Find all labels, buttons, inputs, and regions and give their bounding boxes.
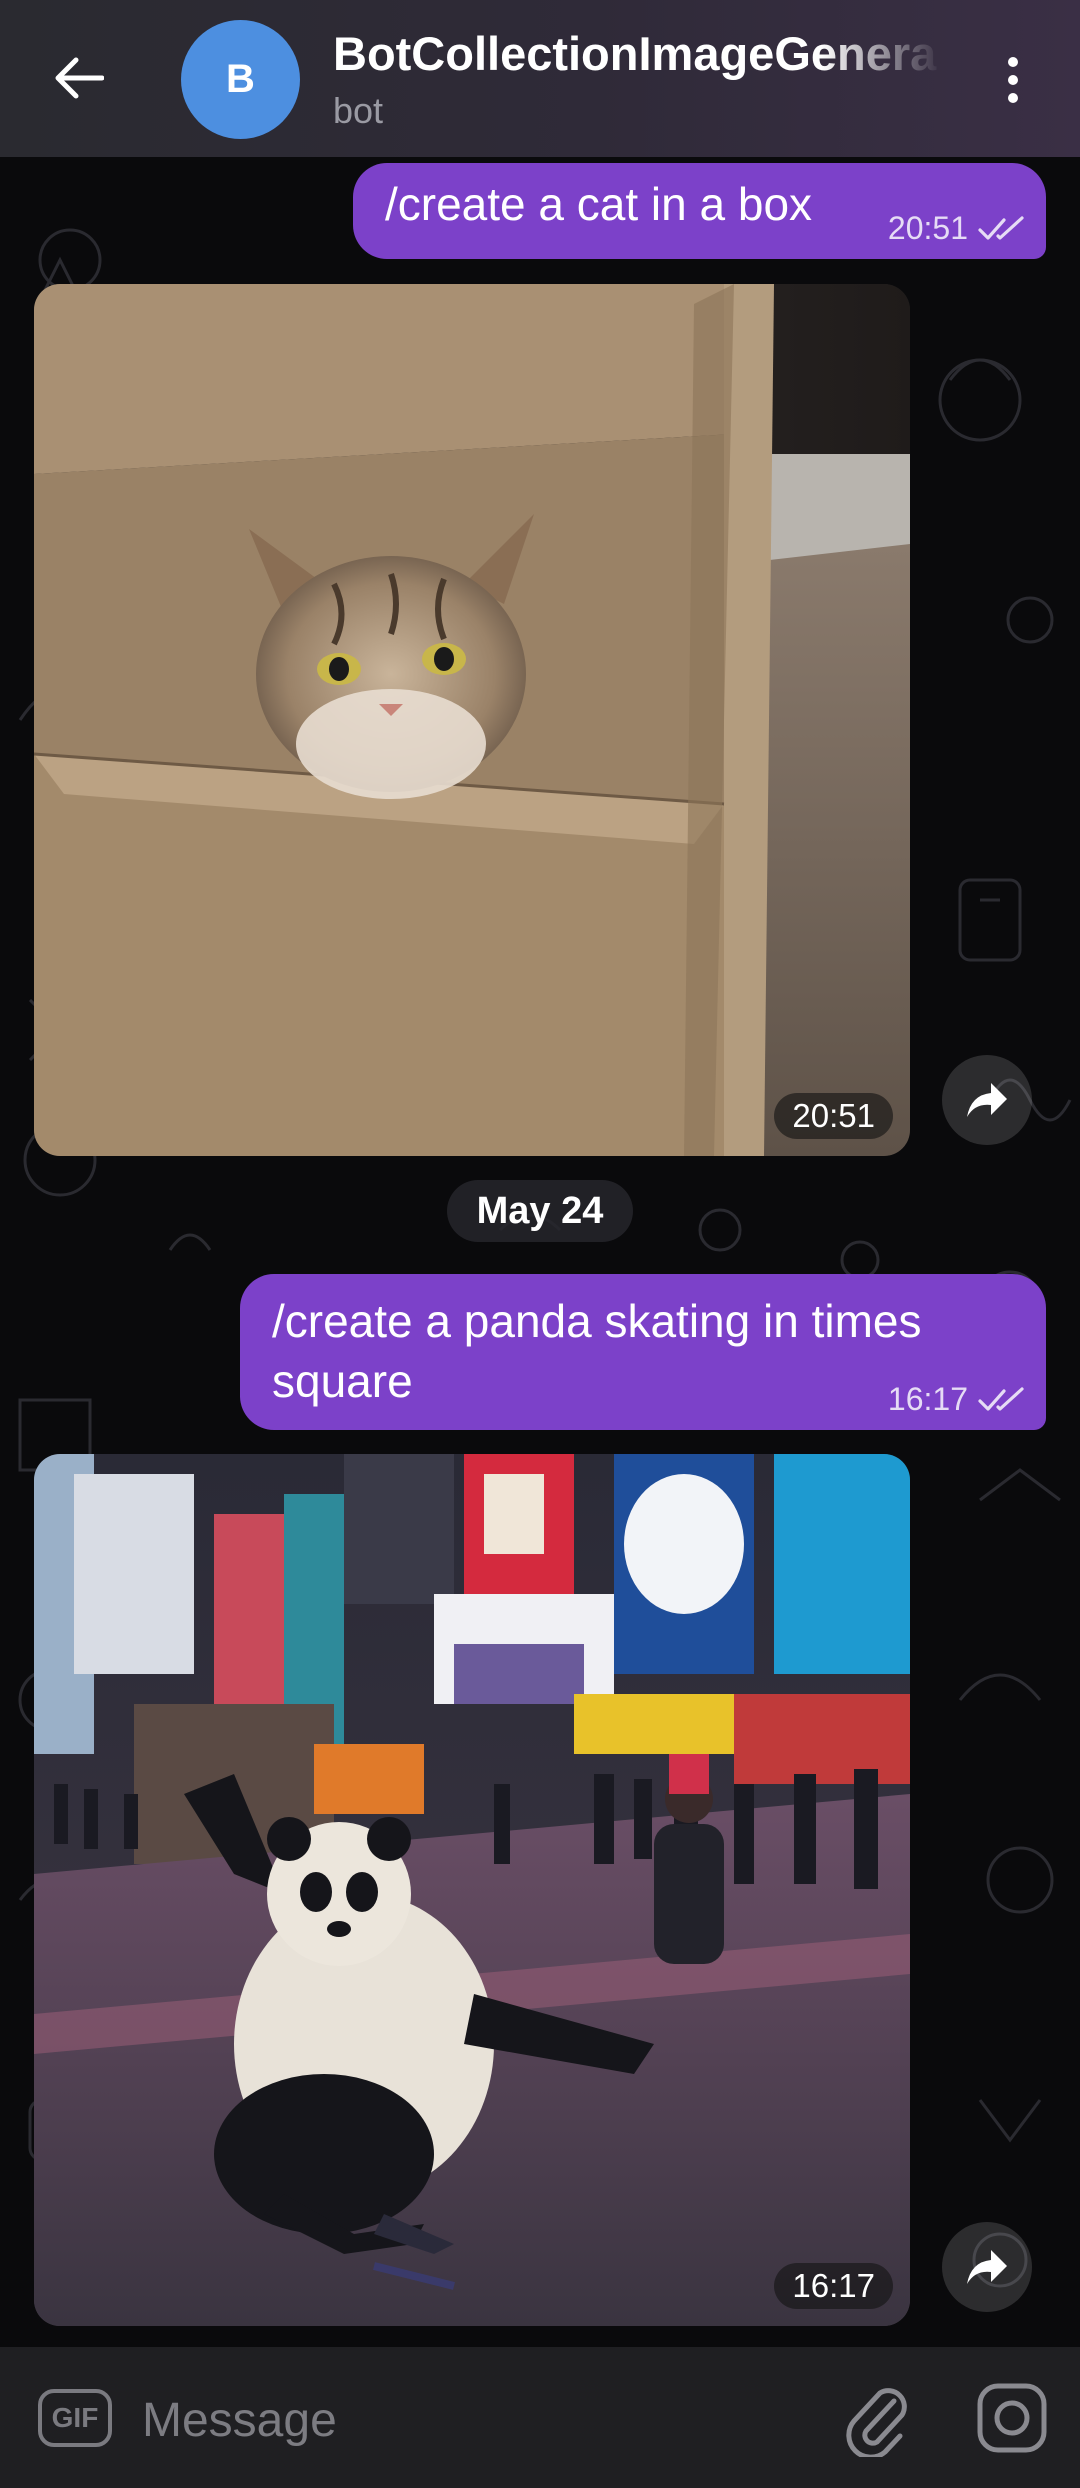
share-button[interactable] xyxy=(942,2222,1032,2312)
photo-time: 16:17 xyxy=(774,2263,893,2309)
photo-message-panda[interactable]: 16:17 xyxy=(34,1454,910,2326)
photo-time: 20:51 xyxy=(774,1093,893,1139)
message-text-line2: square xyxy=(272,1355,413,1407)
more-vertical-icon xyxy=(1008,57,1018,67)
message-meta: 20:51 xyxy=(888,210,1026,247)
avatar[interactable]: B xyxy=(181,20,300,139)
more-options-button[interactable] xyxy=(990,45,1036,115)
message-time: 16:17 xyxy=(887,1381,968,1417)
back-button[interactable] xyxy=(40,40,116,116)
date-separator: May 24 xyxy=(447,1180,633,1242)
outgoing-message[interactable]: /create a cat in a box 20:51 xyxy=(353,163,1046,259)
share-button[interactable] xyxy=(942,1055,1032,1145)
chat-header: B BotCollectionImageGenera bot xyxy=(0,0,1080,157)
message-text-line1: /create a panda skating in times xyxy=(272,1295,922,1347)
message-meta: 16:17 xyxy=(888,1381,1026,1418)
double-check-icon xyxy=(978,1386,1026,1413)
message-list[interactable]: /create a cat in a box 20:51 20:51 May 2… xyxy=(0,157,1080,2347)
double-check-icon xyxy=(978,215,1026,242)
share-icon xyxy=(967,1083,1007,1117)
outgoing-message[interactable]: /create a panda skating in times square … xyxy=(240,1274,1046,1430)
panda-times-square-image xyxy=(34,1454,910,2326)
message-composer: GIF xyxy=(0,2347,1080,2488)
more-vertical-icon-dot xyxy=(1008,93,1018,103)
camera-button[interactable] xyxy=(975,2381,1049,2455)
avatar-letter: B xyxy=(226,57,255,101)
photo-message-cat[interactable]: 20:51 xyxy=(34,284,910,1156)
message-text: /create a cat in a box xyxy=(385,178,813,230)
message-input[interactable] xyxy=(140,2387,804,2453)
paperclip-icon xyxy=(846,2388,907,2460)
cat-in-box-image xyxy=(34,284,910,1156)
message-time: 20:51 xyxy=(887,210,968,246)
camera-icon xyxy=(977,2383,1047,2453)
chat-title[interactable]: BotCollectionImageGenera xyxy=(333,26,943,81)
chat-subtitle: bot xyxy=(333,90,384,131)
gif-button[interactable]: GIF xyxy=(38,2389,112,2447)
back-arrow-icon xyxy=(55,57,104,99)
more-vertical-icon-dot xyxy=(1008,75,1018,85)
share-icon xyxy=(967,2250,1007,2284)
attach-button[interactable] xyxy=(842,2381,914,2460)
